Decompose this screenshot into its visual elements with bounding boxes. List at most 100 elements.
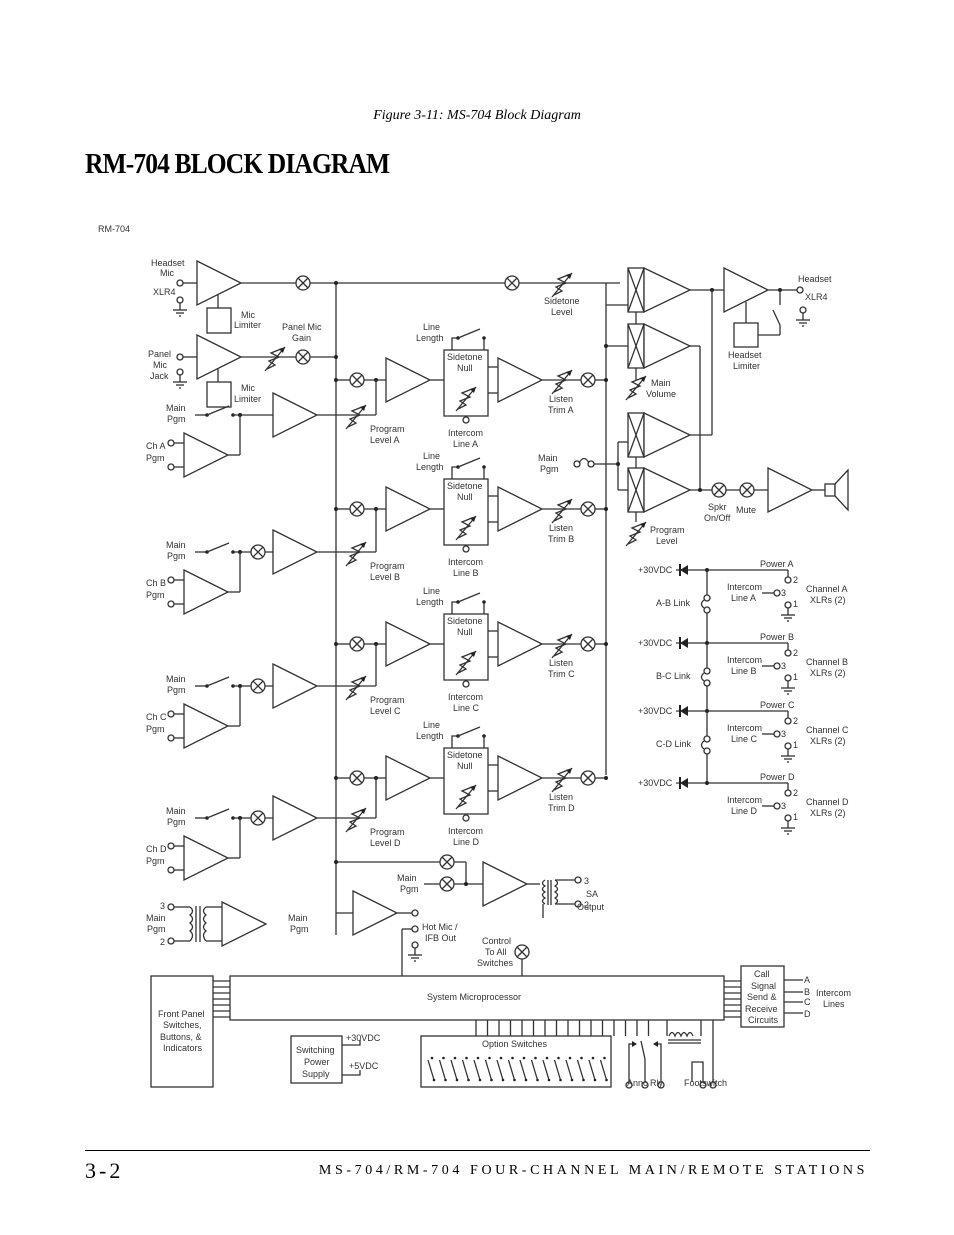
input-amp: [272, 392, 318, 438]
svg-text:Buttons, &: Buttons, &: [160, 1032, 202, 1042]
talk-amp: [385, 755, 431, 801]
svg-text:Limiter: Limiter: [234, 394, 261, 404]
svg-text:Indicators: Indicators: [163, 1043, 203, 1053]
svg-text:Channel A: Channel A: [806, 584, 848, 594]
svg-text:Intercom: Intercom: [448, 692, 483, 702]
svg-text:Intercom: Intercom: [448, 826, 483, 836]
option-switch-contact: [593, 1078, 597, 1082]
main-pgm-switch-icon: [204, 808, 236, 821]
svg-text:Pgm: Pgm: [167, 414, 186, 424]
option-switch-contact: [534, 1056, 537, 1060]
option-switch-contact: [559, 1078, 562, 1082]
listen-trim-pot-icon: [551, 633, 573, 659]
input-vca-icon: [250, 678, 266, 694]
option-switch-contact: [603, 1056, 606, 1060]
svg-text:Listen: Listen: [549, 394, 573, 404]
svg-text:Level: Level: [551, 307, 573, 317]
input-amp: [272, 529, 318, 575]
svg-text:Option Switches: Option Switches: [482, 1039, 548, 1049]
ch-pgm-amp: [183, 703, 229, 749]
speaker-icon: [824, 483, 836, 497]
jack-icon: [176, 279, 184, 287]
option-switch-contact: [580, 1056, 583, 1060]
svg-text:XLRs (2): XLRs (2): [810, 668, 846, 678]
svg-text:Call: Call: [754, 969, 770, 979]
section-title: RM-704 BLOCK DIAGRAM: [85, 148, 390, 180]
svg-text:SA: SA: [586, 889, 598, 899]
option-switch-contact: [488, 1056, 491, 1060]
svg-text:Intercom: Intercom: [727, 655, 762, 665]
mic-limiter-box: [206, 307, 232, 334]
svg-text:Line A: Line A: [731, 593, 756, 603]
power-channel-2: +30VDC Power B 2 IntercomLine B 31 Channel BX…: [638, 632, 848, 711]
svg-text:Listen: Listen: [549, 523, 573, 533]
svg-text:Panel: Panel: [148, 349, 171, 359]
svg-text:Trim B: Trim B: [548, 534, 574, 544]
svg-text:Headset: Headset: [728, 350, 762, 360]
svg-text:IFB Out: IFB Out: [425, 933, 457, 943]
svg-text:Intercom: Intercom: [448, 428, 483, 438]
svg-text:+30VDC: +30VDC: [638, 638, 673, 648]
svg-text:Listen: Listen: [549, 658, 573, 668]
svg-text:Trim A: Trim A: [548, 405, 574, 415]
line-length-switch-icon: [455, 592, 487, 605]
svg-text:Switching: Switching: [296, 1045, 335, 1055]
svg-text:Headset: Headset: [151, 258, 185, 268]
svg-text:2: 2: [793, 575, 798, 585]
input-vca-icon: [250, 544, 266, 560]
svg-text:Pgm: Pgm: [146, 590, 165, 600]
svg-text:XLRs (2): XLRs (2): [810, 736, 846, 746]
svg-text:Mic: Mic: [160, 268, 174, 278]
svg-text:Line B: Line B: [731, 666, 757, 676]
svg-text:Level A: Level A: [370, 435, 400, 445]
svg-text:Main: Main: [397, 873, 417, 883]
switching-power-supply: Switching Power Supply +30VDC +5VDC: [290, 1033, 381, 1084]
svg-text:On/Off: On/Off: [704, 513, 731, 523]
footer-rule: [85, 1150, 870, 1151]
svg-text:Headset: Headset: [798, 274, 832, 284]
svg-text:Intercom: Intercom: [727, 582, 762, 592]
program-level-pot-icon: [345, 675, 367, 701]
svg-text:Mic: Mic: [153, 360, 167, 370]
svg-text:Null: Null: [457, 627, 473, 637]
svg-text:Send &: Send &: [747, 992, 777, 1002]
listen-amp: [497, 357, 543, 403]
svg-text:1: 1: [793, 812, 798, 822]
svg-text:D: D: [804, 1009, 811, 1019]
ch-pgm-amp: [183, 835, 229, 881]
svg-text:Receive: Receive: [745, 1004, 778, 1014]
svg-text:Signal: Signal: [751, 981, 776, 991]
svg-text:Level B: Level B: [370, 572, 400, 582]
footer-title: MS-704/RM-704 FOUR-CHANNEL MAIN/REMOTE S…: [318, 1163, 868, 1178]
svg-text:Main: Main: [288, 913, 308, 923]
main-pgm-switch-icon: [204, 676, 236, 689]
svg-text:Front Panel: Front Panel: [158, 1009, 205, 1019]
talk-amp: [385, 357, 431, 403]
mic-preamp: [196, 260, 242, 306]
svg-text:Pgm: Pgm: [167, 685, 186, 695]
svg-text:Switches: Switches: [477, 958, 514, 968]
svg-text:Ch B: Ch B: [146, 578, 166, 588]
diode-icon: [679, 704, 689, 718]
svg-text:Line: Line: [423, 451, 440, 461]
listen-vca-icon: [580, 770, 596, 786]
svg-text:Line A: Line A: [453, 439, 478, 449]
svg-text:Switches,: Switches,: [163, 1020, 202, 1030]
svg-text:Line D: Line D: [453, 837, 480, 847]
option-switch-contact: [547, 1078, 551, 1082]
svg-text:A: A: [804, 975, 810, 985]
svg-text:Intercom: Intercom: [727, 723, 762, 733]
svg-text:Annc Rly: Annc Rly: [627, 1078, 664, 1088]
panel-mic-gain-pot-icon: [264, 346, 286, 372]
svg-text:Jack: Jack: [150, 371, 169, 381]
option-switch-contact: [501, 1078, 505, 1082]
option-switch-contact: [478, 1078, 482, 1082]
svg-text:System Microprocessor: System Microprocessor: [427, 992, 521, 1002]
vca-icon: [295, 275, 311, 291]
figure-caption: Figure 3-11: MS-704 Block Diagram: [373, 108, 581, 123]
unit-label: RM-704: [98, 224, 130, 234]
svg-text:Power: Power: [304, 1057, 330, 1067]
listen-vca-icon: [580, 636, 596, 652]
option-switch-contact: [444, 1078, 447, 1082]
svg-text:Pgm: Pgm: [167, 551, 186, 561]
